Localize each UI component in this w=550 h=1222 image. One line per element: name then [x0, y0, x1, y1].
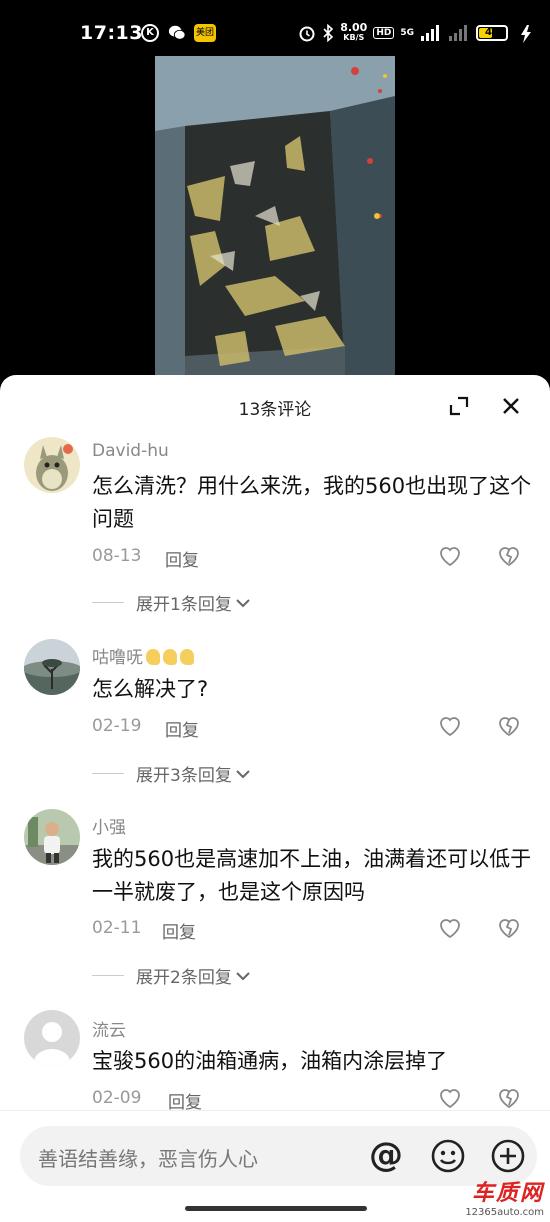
avatar[interactable] [24, 809, 80, 865]
signal-secondary-icon [449, 25, 467, 41]
video-player[interactable] [0, 56, 550, 376]
close-icon[interactable] [500, 395, 522, 417]
dislike-broken-heart-icon[interactable] [497, 917, 521, 939]
chevron-down-icon [236, 598, 250, 607]
comment-author[interactable]: 流云 [92, 1016, 126, 1041]
dislike-broken-heart-icon[interactable] [497, 715, 521, 737]
meituan-icon: 美团 [194, 24, 216, 42]
chevron-down-icon [236, 769, 250, 778]
avatar[interactable] [24, 437, 80, 493]
bluetooth-icon [323, 24, 334, 42]
comment-author-name: 咕噜呒 [92, 648, 143, 668]
wechat-icon [168, 25, 186, 40]
expand-replies-label: 展开3条回复 [136, 766, 232, 786]
expand-replies-label: 展开1条回复 [136, 595, 232, 615]
status-right: 8.00 KB/S HD 5G 47 [298, 21, 508, 43]
comment-text: 怎么清洗？用什么来洗，我的560也出现了这个问题 [92, 474, 532, 531]
divider-line [92, 975, 124, 976]
divider-line [92, 773, 124, 774]
comment-author[interactable]: David-hu [92, 441, 169, 461]
reply-button[interactable]: 回复 [162, 918, 196, 943]
video-frame [155, 56, 395, 376]
like-heart-icon[interactable] [438, 1087, 462, 1109]
hd-badge: HD [373, 27, 395, 39]
network-speed: 8.00 KB/S [340, 21, 368, 42]
comment-author[interactable]: 小强 [92, 813, 126, 838]
clock: 17:13 [80, 22, 143, 44]
expand-replies-button[interactable]: 展开2条回复 [92, 963, 251, 988]
alarm-icon [299, 26, 315, 42]
comment-text: 我的560也是高速加不上油，油满着还可以低于一半就废了，也是这个原因吗 [92, 847, 532, 904]
comment-date: 02-09 [92, 1088, 142, 1108]
muscle-emoji-icon [180, 649, 194, 665]
expand-replies-button[interactable]: 展开1条回复 [92, 590, 251, 615]
comment-text: 宝骏560的油箱通病，油箱内涂层掉了 [92, 1049, 448, 1073]
chevron-down-icon [236, 971, 250, 980]
mention-button[interactable]: @ [368, 1138, 404, 1174]
comment-text: 怎么解决了? [92, 677, 209, 701]
signal-icon [421, 25, 439, 41]
dislike-broken-heart-icon[interactable] [497, 545, 521, 567]
comment-input-bar: 善语结善缘，恶言伤人心 @ 车质网 12365auto.com [0, 1110, 550, 1222]
reply-button[interactable]: 回复 [165, 716, 199, 741]
k-app-icon: K [141, 24, 159, 42]
dislike-broken-heart-icon[interactable] [497, 1087, 521, 1109]
add-icon[interactable] [490, 1138, 526, 1174]
expand-replies-button[interactable]: 展开3条回复 [92, 761, 251, 786]
muscle-emoji-icon [146, 649, 160, 665]
divider-line [92, 602, 124, 603]
status-bar: 17:13 K 美团 8.00 KB/S HD 5G 47 [0, 0, 550, 56]
comment-author[interactable]: 咕噜呒 [92, 643, 194, 668]
watermark-main: 车质网 [471, 1181, 544, 1206]
watermark-url: 12365auto.com [465, 1207, 544, 1218]
battery-indicator: 47 [476, 25, 508, 41]
like-heart-icon[interactable] [438, 715, 462, 737]
fullscreen-icon[interactable] [448, 395, 470, 417]
avatar[interactable] [24, 1010, 80, 1066]
network-type: 5G [400, 28, 414, 38]
like-heart-icon[interactable] [438, 917, 462, 939]
like-heart-icon[interactable] [438, 545, 462, 567]
comment-date: 08-13 [92, 546, 142, 566]
comments-panel: 13条评论 David-hu 怎么清洗？用什么来洗，我的560也出现了这个问题 … [0, 375, 550, 1222]
reply-button[interactable]: 回复 [165, 546, 199, 571]
comment-date: 02-11 [92, 918, 142, 938]
comment-input-placeholder: 善语结善缘，恶言伤人心 [38, 1147, 258, 1171]
charging-icon [521, 25, 531, 43]
muscle-emoji-icon [163, 649, 177, 665]
avatar[interactable] [24, 639, 80, 695]
home-indicator[interactable] [185, 1206, 367, 1211]
emoji-icon[interactable] [430, 1138, 466, 1174]
expand-replies-label: 展开2条回复 [136, 968, 232, 988]
watermark-logo: 车质网 12365auto.com [464, 1175, 544, 1218]
comment-date: 02-19 [92, 716, 142, 736]
comment-input[interactable]: 善语结善缘，恶言伤人心 @ [20, 1126, 537, 1186]
